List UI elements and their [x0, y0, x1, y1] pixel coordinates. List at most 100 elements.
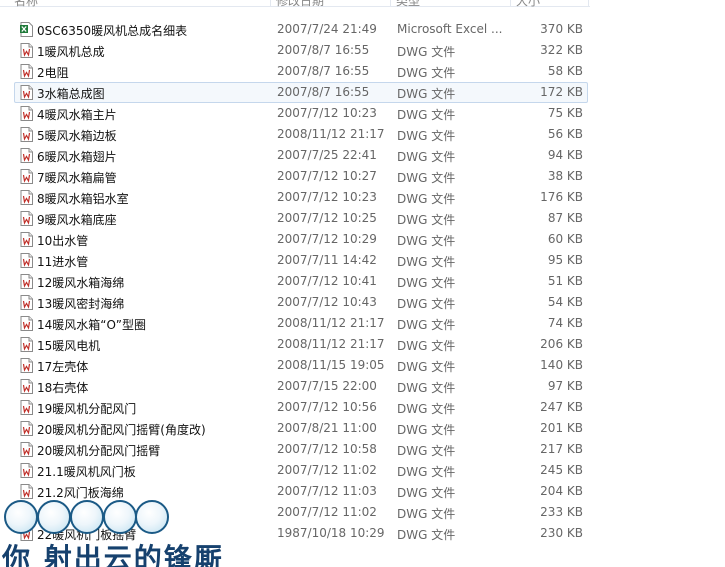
- file-date: 2007/7/12 11:02: [277, 505, 377, 519]
- dwg-file-icon: [20, 43, 33, 58]
- file-date: 2007/8/21 11:00: [277, 421, 377, 435]
- file-name: 11进水管: [37, 255, 89, 269]
- header-size[interactable]: 大小: [516, 0, 540, 9]
- file-size: 75 KB: [547, 106, 583, 120]
- file-name: 13暖风密封海绵: [37, 297, 125, 311]
- file-date: 2007/7/24 21:49: [277, 22, 377, 36]
- file-size: 217 KB: [540, 442, 583, 456]
- column-header: 名称 修改日期 类型 大小: [0, 0, 590, 9]
- file-size: 201 KB: [540, 421, 583, 435]
- column-divider[interactable]: [588, 0, 589, 6]
- file-row[interactable]: 19暖风机分配风门 2007/7/12 10:56 DWG 文件 247 KB: [14, 397, 588, 418]
- file-size: 97 KB: [547, 379, 583, 393]
- file-row[interactable]: 17左壳体 2008/11/15 19:05 DWG 文件 140 KB: [14, 355, 588, 376]
- header-date[interactable]: 修改日期: [276, 0, 324, 9]
- column-divider[interactable]: [390, 0, 391, 6]
- file-size: 204 KB: [540, 484, 583, 498]
- file-date: 2007/7/12 11:02: [277, 463, 377, 477]
- file-type: DWG 文件: [397, 318, 456, 332]
- file-row[interactable]: 2电阻 2007/8/7 16:55 DWG 文件 58 KB: [14, 61, 588, 82]
- file-date: 2007/7/12 10:41: [277, 274, 377, 288]
- dwg-file-icon: [20, 274, 33, 289]
- file-row[interactable]: 18右壳体 2007/7/15 22:00 DWG 文件 97 KB: [14, 376, 588, 397]
- file-row[interactable]: 9暖风水箱底座 2007/7/12 10:25 DWG 文件 87 KB: [14, 208, 588, 229]
- dwg-file-icon: [20, 442, 33, 457]
- dwg-file-icon: [20, 253, 33, 268]
- file-date: 2007/7/12 10:23: [277, 106, 377, 120]
- file-name: 7暖风水箱扁管: [37, 171, 117, 185]
- file-row[interactable]: 13暖风密封海绵 2007/7/12 10:43 DWG 文件 54 KB: [14, 292, 588, 313]
- file-type: Microsoft Excel ...: [397, 22, 503, 36]
- file-date: 2007/8/7 16:55: [277, 43, 370, 57]
- file-row[interactable]: 6暖风水箱翅片 2007/7/25 22:41 DWG 文件 94 KB: [14, 145, 588, 166]
- file-row[interactable]: 20暖风机分配风门摇臂 2007/7/12 10:58 DWG 文件 217 KB: [14, 439, 588, 460]
- dwg-file-icon: [20, 400, 33, 415]
- file-row[interactable]: 11进水管 2007/7/11 14:42 DWG 文件 95 KB: [14, 250, 588, 271]
- file-row[interactable]: 7暖风水箱扁管 2007/7/12 10:27 DWG 文件 38 KB: [14, 166, 588, 187]
- dwg-file-icon: [20, 337, 33, 352]
- file-row[interactable]: 8暖风水箱铝水室 2007/7/12 10:23 DWG 文件 176 KB: [14, 187, 588, 208]
- bubble-icon: [37, 500, 71, 534]
- file-row[interactable]: 3水箱总成图 2007/8/7 16:55 DWG 文件 172 KB: [14, 82, 588, 103]
- file-name: 20暖风机分配风门摇臂: [37, 444, 161, 458]
- file-date: 2007/7/12 10:25: [277, 211, 377, 225]
- file-list: 0SC6350暖风机总成名细表 2007/7/24 21:49 Microsoft …: [14, 19, 588, 544]
- file-size: 87 KB: [547, 211, 583, 225]
- file-name: 21.2风门板海绵: [37, 486, 124, 500]
- file-size: 233 KB: [540, 505, 583, 519]
- file-size: 247 KB: [540, 400, 583, 414]
- file-size: 56 KB: [547, 127, 583, 141]
- file-type: DWG 文件: [397, 108, 456, 122]
- header-type[interactable]: 类型: [396, 0, 420, 9]
- dwg-file-icon: [20, 295, 33, 310]
- file-size: 140 KB: [540, 358, 583, 372]
- dwg-file-icon: [20, 64, 33, 79]
- file-type: DWG 文件: [397, 528, 456, 542]
- file-type: DWG 文件: [397, 339, 456, 353]
- dwg-file-icon: [20, 316, 33, 331]
- file-date: 1987/10/18 10:29: [277, 526, 385, 540]
- file-row[interactable]: 1暖风机总成 2007/8/7 16:55 DWG 文件 322 KB: [14, 40, 588, 61]
- file-date: 2008/11/12 21:17: [277, 127, 385, 141]
- file-row[interactable]: 5暖风水箱边板 2008/11/12 21:17 DWG 文件 56 KB: [14, 124, 588, 145]
- column-divider[interactable]: [510, 0, 511, 6]
- file-type: DWG 文件: [397, 297, 456, 311]
- file-type: DWG 文件: [397, 381, 456, 395]
- file-date: 2007/7/12 10:29: [277, 232, 377, 246]
- dwg-file-icon: [20, 358, 33, 373]
- file-row[interactable]: 0SC6350暖风机总成名细表 2007/7/24 21:49 Microsoft …: [14, 19, 588, 40]
- file-name: 2电阻: [37, 66, 69, 80]
- file-size: 95 KB: [547, 253, 583, 267]
- dwg-file-icon: [20, 463, 33, 478]
- file-name: 10出水管: [37, 234, 89, 248]
- file-size: 176 KB: [540, 190, 583, 204]
- bubble-icon: [4, 500, 38, 534]
- dwg-file-icon: [20, 85, 33, 100]
- file-row[interactable]: 14暖风水箱“O”型圈 2008/11/12 21:17 DWG 文件 74 KB: [14, 313, 588, 334]
- dwg-file-icon: [20, 169, 33, 184]
- file-row[interactable]: 21.1暖风机风门板 2007/7/12 11:02 DWG 文件 245 KB: [14, 460, 588, 481]
- file-row[interactable]: 15暖风电机 2008/11/12 21:17 DWG 文件 206 KB: [14, 334, 588, 355]
- bubble-icon: [135, 500, 169, 534]
- file-name: 5暖风水箱边板: [37, 129, 117, 143]
- file-name: 1暖风机总成: [37, 45, 105, 59]
- dwg-file-icon: [20, 106, 33, 121]
- file-row[interactable]: 12暖风水箱海绵 2007/7/12 10:41 DWG 文件 51 KB: [14, 271, 588, 292]
- column-divider[interactable]: [270, 0, 271, 6]
- file-name: 12暖风水箱海绵: [37, 276, 125, 290]
- file-name: 6暖风水箱翅片: [37, 150, 117, 164]
- header-name[interactable]: 名称: [14, 0, 38, 9]
- file-size: 172 KB: [540, 85, 583, 99]
- file-row[interactable]: 4暖风水箱主片 2007/7/12 10:23 DWG 文件 75 KB: [14, 103, 588, 124]
- file-size: 206 KB: [540, 337, 583, 351]
- file-size: 54 KB: [547, 295, 583, 309]
- file-row[interactable]: 10出水管 2007/7/12 10:29 DWG 文件 60 KB: [14, 229, 588, 250]
- dwg-file-icon: [20, 211, 33, 226]
- file-name: 19暖风机分配风门: [37, 402, 137, 416]
- file-size: 322 KB: [540, 43, 583, 57]
- file-row[interactable]: 21.2风门板海绵 2007/7/12 11:03 DWG 文件 204 KB: [14, 481, 588, 502]
- file-row[interactable]: 20暖风机分配风门摇臂(角度改) 2007/8/21 11:00 DWG 文件 201…: [14, 418, 588, 439]
- dwg-file-icon: [20, 127, 33, 142]
- dwg-file-icon: [20, 232, 33, 247]
- file-name: 4暖风水箱主片: [37, 108, 117, 122]
